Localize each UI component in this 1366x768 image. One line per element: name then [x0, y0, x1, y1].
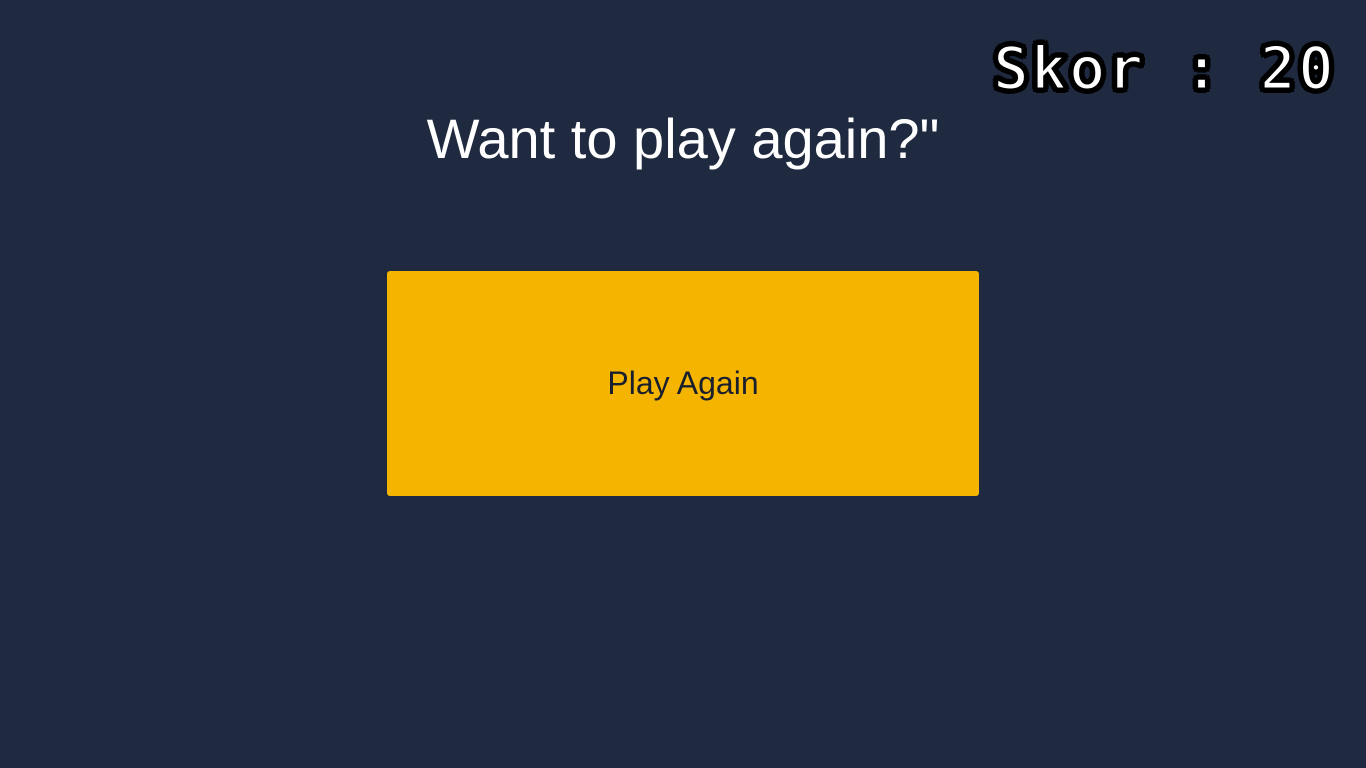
score-display: Skor : 20 [991, 33, 1336, 106]
play-again-button-label: Play Again [607, 365, 759, 401]
play-again-button[interactable]: Play Again [387, 271, 979, 496]
game-over-screen: Skor : 20 Want to play again?" Play Agai… [0, 0, 1366, 768]
play-again-prompt: Want to play again?" [426, 107, 940, 170]
